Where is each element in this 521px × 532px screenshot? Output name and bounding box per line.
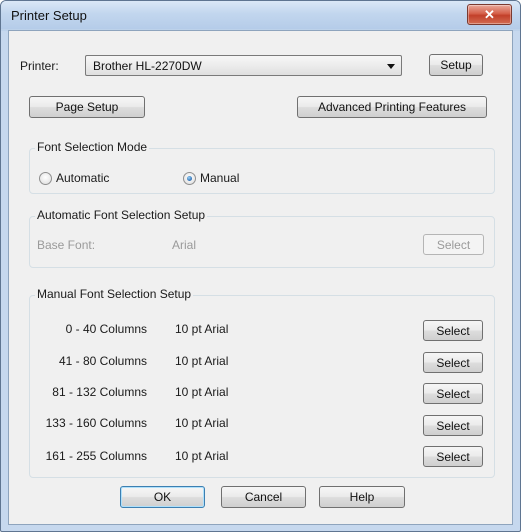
select-font-button-133-160[interactable]: Select	[423, 415, 483, 436]
font-value: 10 pt Arial	[175, 385, 229, 399]
font-value: 10 pt Arial	[175, 322, 229, 336]
cancel-button[interactable]: Cancel	[221, 486, 306, 508]
select-font-button-0-40[interactable]: Select	[423, 320, 483, 341]
automatic-radio-label[interactable]: Automatic	[56, 171, 109, 185]
close-button[interactable]: ✕	[467, 4, 512, 25]
advanced-printing-features-button[interactable]: Advanced Printing Features	[297, 96, 487, 118]
help-button[interactable]: Help	[319, 486, 405, 508]
base-font-value: Arial	[172, 238, 197, 252]
window-title: Printer Setup	[11, 8, 87, 23]
page-setup-button[interactable]: Page Setup	[29, 96, 145, 118]
select-font-button-81-132[interactable]: Select	[423, 383, 483, 404]
title-bar[interactable]: Printer Setup ✕	[1, 1, 520, 29]
manual-radio-label[interactable]: Manual	[200, 171, 239, 185]
font-value: 10 pt Arial	[175, 449, 229, 463]
automatic-font-setup-title: Automatic Font Selection Setup	[35, 208, 208, 222]
select-font-button-161-255[interactable]: Select	[423, 446, 483, 467]
font-value: 10 pt Arial	[175, 416, 229, 430]
column-range-label: 133 - 160 Columns	[45, 416, 147, 430]
manual-font-setup-title: Manual Font Selection Setup	[35, 287, 194, 301]
column-range-label: 81 - 132 Columns	[52, 385, 147, 399]
column-range-label: 0 - 40 Columns	[65, 322, 147, 336]
automatic-radio[interactable]	[39, 172, 52, 185]
printer-setup-window: Printer Setup ✕ Printer: Brother HL-2270…	[0, 0, 521, 532]
printer-select-value: Brother HL-2270DW	[93, 59, 202, 73]
printer-label: Printer:	[20, 59, 59, 73]
setup-button[interactable]: Setup	[429, 54, 483, 76]
column-range-label: 41 - 80 Columns	[58, 354, 147, 368]
base-font-label: Base Font:	[37, 238, 96, 252]
chevron-down-icon	[387, 64, 395, 69]
column-range-label: 161 - 255 Columns	[45, 449, 147, 463]
ok-button[interactable]: OK	[120, 486, 205, 508]
close-icon: ✕	[484, 6, 495, 22]
dialog-body: Printer: Brother HL-2270DW Setup Page Se…	[8, 30, 513, 525]
font-selection-mode-title: Font Selection Mode	[35, 140, 150, 154]
select-font-button-41-80[interactable]: Select	[423, 352, 483, 373]
font-value: 10 pt Arial	[175, 354, 229, 368]
printer-select[interactable]: Brother HL-2270DW	[85, 55, 402, 76]
radio-selected-indicator	[187, 176, 192, 181]
base-font-select-button: Select	[423, 234, 484, 255]
manual-radio[interactable]	[183, 172, 196, 185]
